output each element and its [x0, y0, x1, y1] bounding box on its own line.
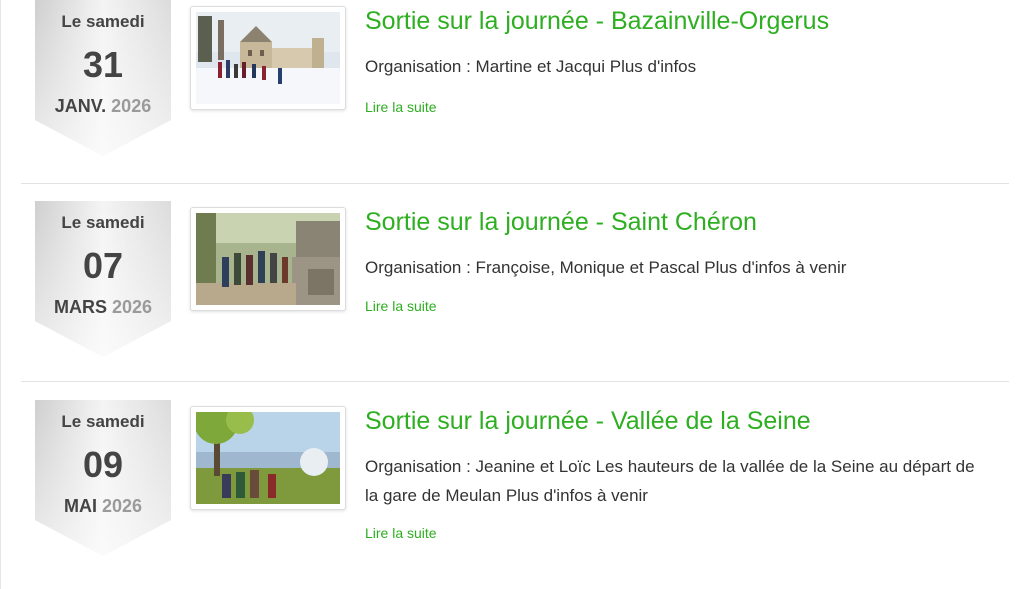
date-day: 07	[82, 245, 124, 286]
date-weekday: Le samedi	[61, 213, 145, 232]
event-thumbnail[interactable]	[190, 406, 346, 510]
date-month: MAI	[63, 496, 97, 516]
event-title-link[interactable]: Sortie sur la journée - Bazainville-Orge…	[365, 7, 829, 36]
date-year: 2026	[111, 297, 153, 317]
divider	[21, 381, 1009, 382]
event-title-link[interactable]: Sortie sur la journée - Saint Chéron	[365, 208, 757, 237]
date-year: 2026	[111, 96, 152, 116]
divider	[21, 183, 1009, 184]
hikers-valley-view-photo	[196, 412, 340, 504]
date-weekday: Le samedi	[61, 12, 145, 31]
event-item: Le samedi 31 JANV. 2026 Sortie sur la jo…	[1, 0, 1024, 180]
date-year: 2026	[101, 496, 143, 516]
date-weekday: Le samedi	[61, 412, 145, 431]
read-more-link[interactable]: Lire la suite	[365, 99, 437, 115]
event-description: Organisation : Jeanine et Loïc Les haute…	[365, 457, 975, 505]
events-list: Le samedi 31 JANV. 2026 Sortie sur la jo…	[0, 0, 1024, 589]
date-ribbon: Le samedi 09 MAI 2026	[35, 400, 175, 560]
event-description: Organisation : Françoise, Monique et Pas…	[365, 258, 847, 277]
event-item: Le samedi 09 MAI 2026 Sortie sur la jour…	[1, 400, 1024, 580]
event-description: Organisation : Martine et Jacqui Plus d'…	[365, 57, 697, 76]
date-day: 09	[82, 444, 124, 485]
date-ribbon: Le samedi 31 JANV. 2026	[35, 0, 175, 160]
date-day: 31	[82, 44, 124, 85]
read-more-link[interactable]: Lire la suite	[365, 525, 437, 541]
event-item: Le samedi 07 MARS 2026 Sortie sur la jou…	[1, 201, 1024, 381]
hikers-in-snow-photo	[196, 12, 340, 104]
date-month: JANV.	[54, 96, 107, 116]
hikers-rocky-path-photo	[196, 213, 340, 305]
date-ribbon: Le samedi 07 MARS 2026	[35, 201, 175, 361]
date-month-year: MAI 2026	[35, 496, 171, 517]
date-month: MARS	[53, 297, 107, 317]
date-month-year: JANV. 2026	[35, 96, 171, 117]
event-thumbnail[interactable]	[190, 207, 346, 311]
event-title-link[interactable]: Sortie sur la journée - Vallée de la Sei…	[365, 407, 811, 436]
event-thumbnail[interactable]	[190, 6, 346, 110]
read-more-link[interactable]: Lire la suite	[365, 298, 437, 314]
date-month-year: MARS 2026	[35, 297, 171, 318]
